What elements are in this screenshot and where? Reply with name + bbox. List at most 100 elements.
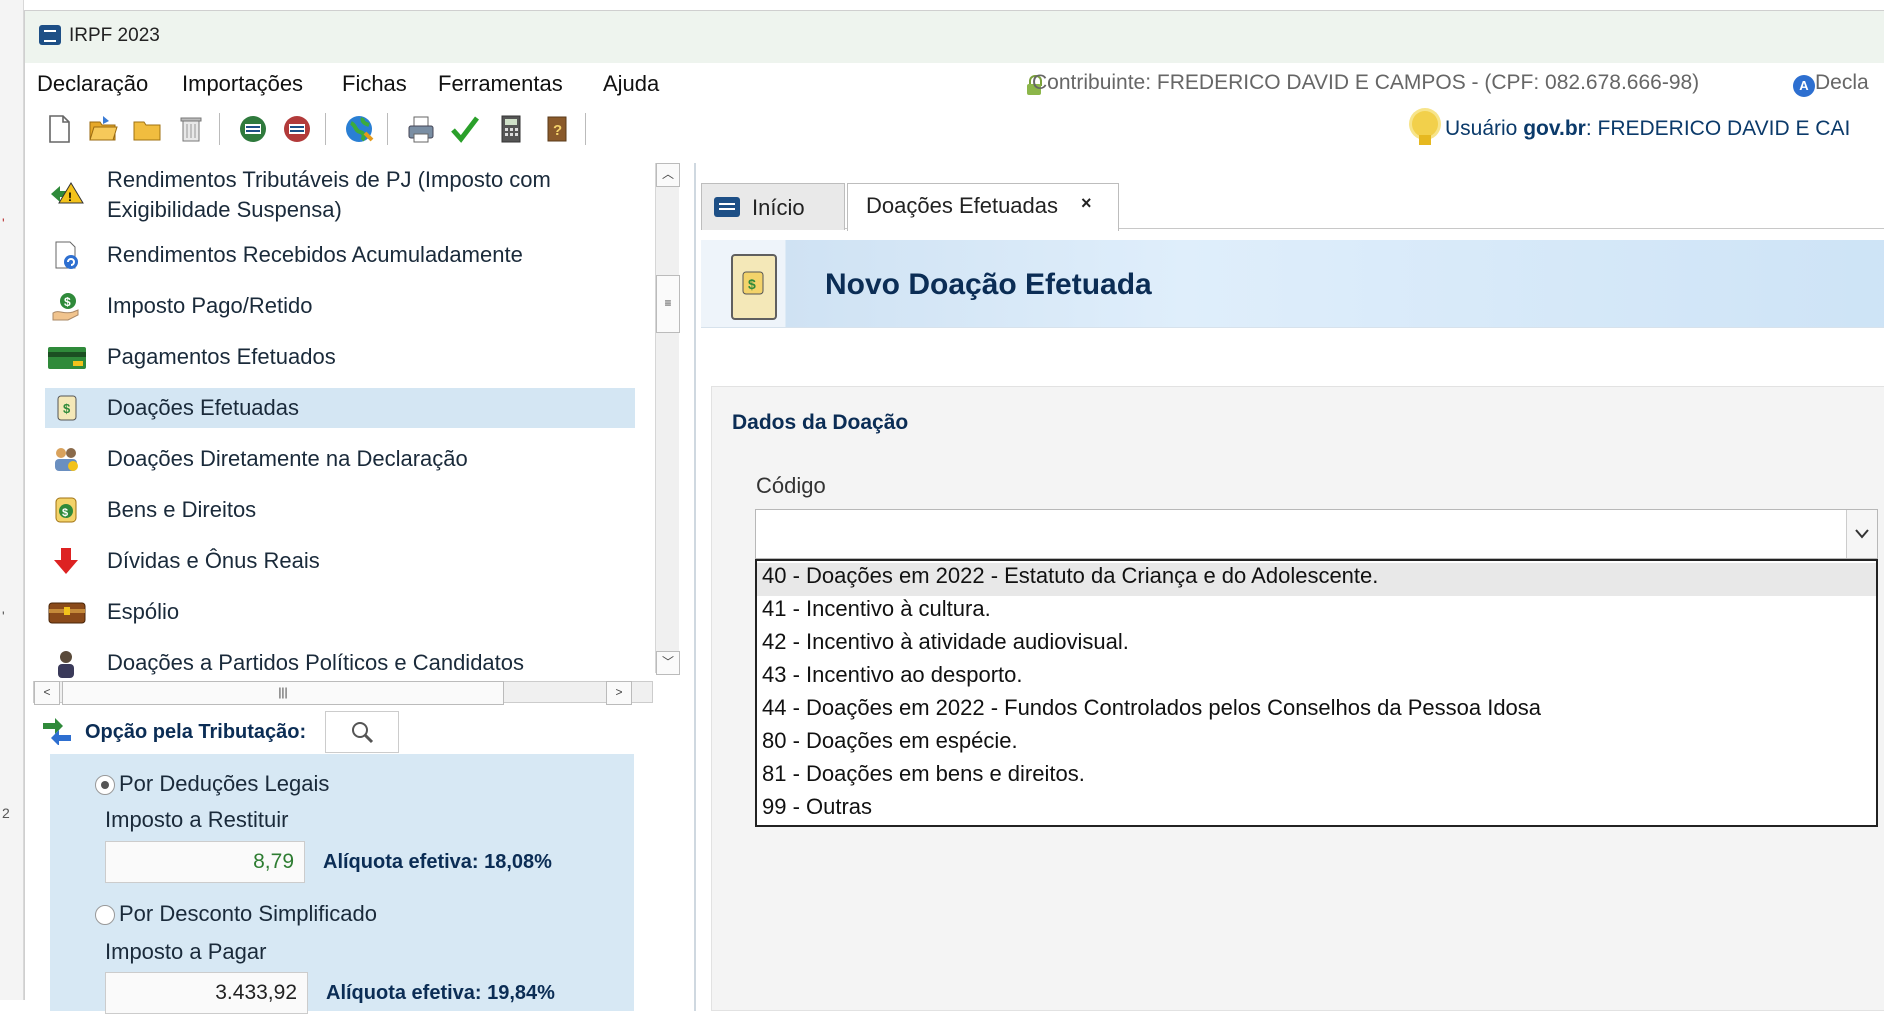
hscroll-thumb[interactable]: ||| [62, 681, 504, 705]
toolbar-separator [387, 113, 388, 145]
menu-ferramentas[interactable]: Ferramentas [438, 71, 563, 97]
codigo-dropdown-list: 40 - Doações em 2022 - Estatuto da Crian… [755, 559, 1878, 827]
search-icon [352, 722, 374, 744]
codigo-option-41[interactable]: 41 - Incentivo à cultura. [757, 596, 1876, 629]
app-window: IRPF 2023 Declaração Importações Fichas … [24, 10, 1884, 1014]
pagar-label: Imposto a Pagar [105, 939, 267, 964]
window-title: IRPF 2023 [69, 25, 160, 46]
trash-icon[interactable] [175, 113, 207, 145]
svg-text:$: $ [64, 295, 71, 309]
tree-item-dividas[interactable]: Dívidas e Ônus Reais [45, 541, 635, 581]
home-receita-icon [714, 197, 740, 217]
open-folder-icon[interactable] [87, 113, 119, 145]
simplificado-label[interactable]: Por Desconto Simplificado [119, 901, 377, 927]
receita-transmit-icon[interactable] [237, 113, 269, 145]
tree-item-label: Espólio [107, 599, 180, 624]
scroll-down-button[interactable]: ﹀ [656, 651, 680, 675]
espolio-icon [47, 597, 87, 627]
usuario-prefix: Usuário [1445, 117, 1524, 140]
desktop-mark: ' [2, 608, 5, 624]
tree-vertical-scrollbar[interactable]: ︿ ≡ ﹀ [655, 163, 680, 675]
panel-divider [694, 163, 696, 1011]
tree-item-doacoes-diretas[interactable]: Doações Diretamente na Declaração [45, 439, 635, 479]
tree-item-bens-direitos[interactable]: $ Bens e Direitos [45, 490, 635, 530]
codigo-option-81[interactable]: 81 - Doações em bens e direitos. [757, 761, 1876, 794]
tree-item-label: Rendimentos Tributáveis de PJ (Imposto c… [107, 167, 551, 192]
print-icon[interactable] [405, 113, 437, 145]
codigo-option-40[interactable]: 40 - Doações em 2022 - Estatuto da Crian… [757, 563, 1876, 596]
chevron-down-icon [1855, 529, 1869, 539]
tree-item-label: Imposto Pago/Retido [107, 293, 313, 318]
irpf-app-icon [39, 25, 61, 45]
dropdown-arrow[interactable] [1846, 510, 1877, 558]
toolbar: ? Usuário gov.br: FREDERICO DAVID E CAI [25, 107, 1884, 151]
tree-horizontal-scrollbar[interactable]: < ||| > [33, 681, 653, 705]
tree-item-partidos[interactable]: Doações a Partidos Políticos e Candidato… [45, 643, 635, 683]
partidos-icon [51, 648, 81, 678]
scroll-left-button[interactable]: < [34, 681, 60, 705]
search-button[interactable] [325, 711, 399, 753]
restituir-aliquota: Alíquota efetiva: 18,08% [323, 851, 552, 873]
deducoes-label[interactable]: Por Deduções Legais [119, 771, 329, 797]
page-banner: $ Novo Doação Efetuada [701, 240, 1884, 328]
tree-item-label: Pagamentos Efetuados [107, 344, 336, 369]
svg-text:!: ! [68, 190, 72, 204]
desktop-mark: 2 [2, 805, 10, 821]
toolbar-separator [219, 113, 220, 145]
fichas-tree: ! Rendimentos Tributáveis de PJ (Imposto… [25, 163, 655, 693]
tree-item-pagamentos[interactable]: Pagamentos Efetuados [45, 337, 635, 377]
svg-text:$: $ [63, 401, 71, 416]
tree-item-espolio[interactable]: Espólio [45, 592, 635, 632]
svg-text:$: $ [62, 507, 68, 519]
tree-item-doacoes-efetuadas[interactable]: $ Doações Efetuadas [45, 388, 635, 428]
codigo-option-80[interactable]: 80 - Doações em espécie. [757, 728, 1876, 761]
svg-text:$: $ [748, 276, 756, 292]
section-title: Dados da Doação [732, 411, 909, 434]
tree-item-rendimentos-pj-suspensa[interactable]: ! Rendimentos Tributáveis de PJ (Imposto… [45, 165, 635, 225]
radio-desconto-simplificado[interactable] [95, 905, 115, 925]
tree-item-label: Dívidas e Ônus Reais [107, 548, 320, 573]
codigo-option-44[interactable]: 44 - Doações em 2022 - Fundos Controlado… [757, 695, 1876, 728]
tab-inicio[interactable]: Início [701, 183, 845, 230]
codigo-option-42[interactable]: 42 - Incentivo à atividade audiovisual. [757, 629, 1876, 662]
tree-item-label: Exigibilidade Suspensa) [107, 197, 342, 222]
menu-ajuda[interactable]: Ajuda [603, 71, 659, 97]
opcao-tributacao-panel: Por Deduções Legais Imposto a Restituir … [50, 754, 634, 1014]
tree-item-rendimentos-acumulados[interactable]: Rendimentos Recebidos Acumuladamente [45, 235, 635, 275]
doacao-jar-icon: $ [731, 254, 777, 320]
tab-doacoes-efetuadas[interactable]: Doações Efetuadas × [847, 183, 1119, 231]
menu-bar: Declaração Importações Fichas Ferramenta… [25, 67, 1884, 103]
toolbar-separator [325, 113, 326, 145]
desktop-edge: ' ' 2 [0, 0, 24, 1000]
scroll-right-button[interactable]: > [606, 681, 632, 705]
dividas-icon [51, 546, 81, 576]
menu-importacoes[interactable]: Importações [182, 71, 303, 97]
usuario-name: : FREDERICO DAVID E CAI [1585, 117, 1851, 140]
codigo-option-99[interactable]: 99 - Outras [757, 794, 1876, 827]
scroll-up-button[interactable]: ︿ [656, 163, 680, 187]
title-bar: IRPF 2023 [25, 11, 1884, 63]
restituir-value: 8,79 [105, 841, 305, 883]
tree-item-label: Doações a Partidos Políticos e Candidato… [107, 650, 525, 675]
new-icon[interactable] [43, 113, 75, 145]
codigo-select[interactable] [755, 509, 1878, 559]
folder-icon[interactable] [131, 113, 163, 145]
contribuinte-info: Contribuinte: FREDERICO DAVID E CAMPOS -… [1032, 71, 1700, 94]
menu-fichas[interactable]: Fichas [342, 71, 407, 97]
radio-deducoes-legais[interactable] [95, 775, 115, 795]
doacoes-icon: $ [51, 393, 81, 423]
globe-icon[interactable] [343, 113, 375, 145]
tab-close-icon[interactable]: × [1081, 193, 1092, 214]
imposto-pago-icon: $ [51, 291, 81, 321]
rra-icon [51, 240, 81, 270]
calculator-icon[interactable] [495, 113, 527, 145]
tree-item-imposto-pago[interactable]: $ Imposto Pago/Retido [45, 286, 635, 326]
receita-receipt-icon[interactable] [281, 113, 313, 145]
tree-item-label: Doações Diretamente na Declaração [107, 446, 468, 471]
check-icon[interactable] [449, 113, 481, 145]
menu-declaracao[interactable]: Declaração [37, 71, 148, 97]
pagamentos-icon [47, 342, 87, 372]
help-book-icon[interactable]: ? [541, 113, 573, 145]
scroll-thumb[interactable]: ≡ [656, 275, 680, 333]
codigo-option-43[interactable]: 43 - Incentivo ao desporto. [757, 662, 1876, 695]
